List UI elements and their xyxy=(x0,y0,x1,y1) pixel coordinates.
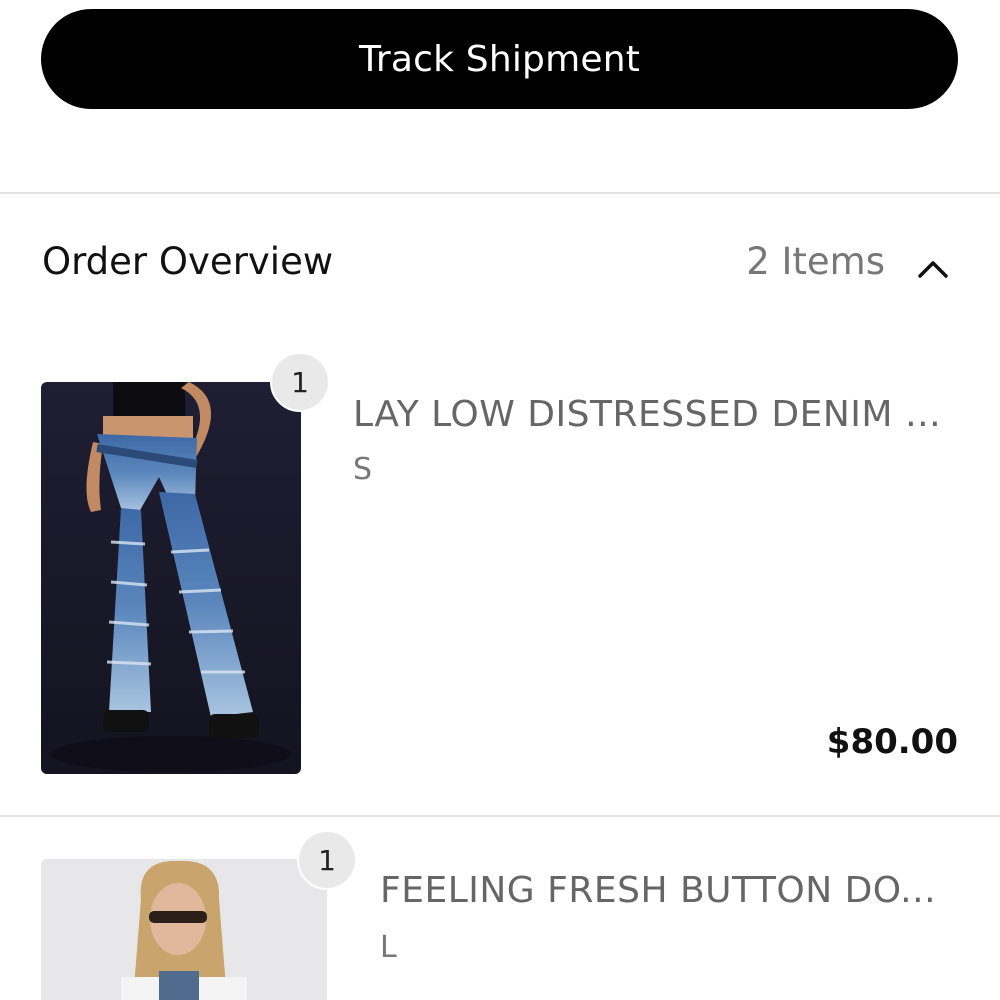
quantity-badge: 1 xyxy=(270,352,330,412)
track-shipment-button[interactable]: Track Shipment xyxy=(41,9,958,109)
product-size: L xyxy=(380,930,397,965)
items-count[interactable]: 2 Items xyxy=(746,240,885,283)
section-divider xyxy=(0,192,1000,194)
product-image-jeans[interactable] xyxy=(41,382,301,774)
chevron-up-icon[interactable] xyxy=(912,248,954,290)
order-overview-title: Order Overview xyxy=(42,240,334,283)
item-divider xyxy=(0,815,1000,817)
product-image-top[interactable] xyxy=(41,859,327,1000)
product-name[interactable]: FEELING FRESH BUTTON DO... xyxy=(380,870,940,911)
product-price: $80.00 xyxy=(826,722,958,762)
quantity-badge: 1 xyxy=(297,830,357,890)
product-size: S xyxy=(353,452,373,487)
product-name[interactable]: LAY LOW DISTRESSED DENIM F... xyxy=(353,394,953,435)
